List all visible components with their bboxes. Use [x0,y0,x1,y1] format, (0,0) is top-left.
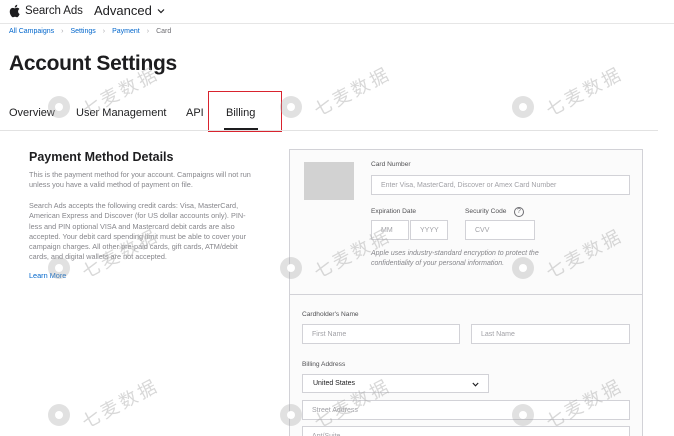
breadcrumb-separator-icon: › [102,28,106,35]
workspace-switcher[interactable]: Advanced [94,3,152,18]
learn-more-link[interactable]: Learn More [29,271,66,280]
breadcrumb-separator-icon: › [61,28,64,35]
chevron-down-icon[interactable] [157,8,165,14]
payment-method-description: This is the payment method for your acco… [29,170,251,190]
expiration-month-input[interactable]: MM [371,220,409,240]
section-title: Payment Method Details [29,150,174,164]
active-tab-indicator [224,128,258,130]
help-icon[interactable]: ? [514,207,524,217]
last-name-input[interactable]: Last Name [471,324,630,344]
billing-address-label: Billing Address [302,361,346,368]
card-number-input[interactable]: Enter Visa, MasterCard, Discover or Amex… [371,175,630,195]
panel-divider [290,294,642,295]
cardholder-name-label: Cardholder's Name [302,311,359,318]
security-code-label: Security Code [465,208,507,215]
tab-overview[interactable]: Overview [9,107,55,119]
street-address-input[interactable]: Street Address [302,400,630,420]
watermark-logo-icon [48,404,70,426]
top-bar: Search Ads Advanced [0,0,674,24]
breadcrumb-separator-icon: › [146,28,150,35]
watermark-text: 七麦数据 [78,375,163,433]
billing-tab-highlight-box [208,91,282,132]
country-select[interactable]: United States [302,374,489,393]
card-number-label: Card Number [371,161,411,168]
watermark-text: 七麦数据 [542,63,627,121]
encryption-note: Apple uses industry-standard encryption … [371,250,539,267]
card-image-placeholder [304,162,354,200]
brand-name[interactable]: Search Ads [25,5,83,17]
breadcrumb-all-campaigns[interactable]: All Campaigns [9,28,54,35]
page-title: Account Settings [9,52,177,75]
first-name-input[interactable]: First Name [302,324,460,344]
apt-suite-input[interactable]: Apt/Suite [302,426,630,436]
breadcrumb-payment[interactable]: Payment [112,28,140,35]
tab-user-management[interactable]: User Management [76,107,167,119]
watermark-text: 七麦数据 [310,63,395,121]
cvv-input[interactable]: CVV [465,220,535,240]
breadcrumb: All Campaigns › Settings › Payment › Card [9,28,171,35]
payment-form-panel: Card Number Enter Visa, MasterCard, Disc… [289,149,643,436]
accepted-cards-description: Search Ads accepts the following credit … [29,201,247,262]
breadcrumb-settings[interactable]: Settings [70,28,95,35]
chevron-down-icon [472,382,479,387]
tabs-divider [0,130,658,131]
expiration-date-label: Expiration Date [371,208,417,215]
expiration-year-input[interactable]: YYYY [410,220,448,240]
tab-api[interactable]: API [186,107,204,119]
watermark-logo-icon [512,96,534,118]
breadcrumb-card: Card [156,28,172,35]
apple-logo-icon[interactable] [9,4,20,18]
country-select-value: United States [313,380,356,387]
